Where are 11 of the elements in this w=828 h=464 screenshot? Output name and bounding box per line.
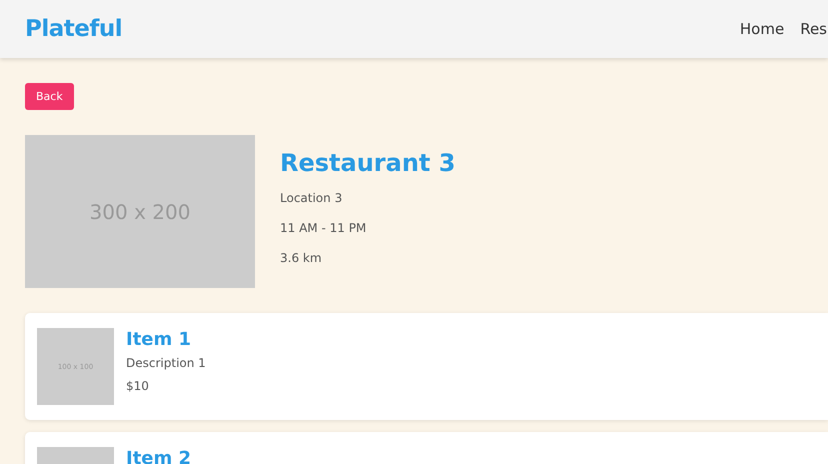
item-title: Item 2 — [126, 448, 192, 464]
distance: 3.6 km — [280, 251, 323, 265]
restaurant-name: Restaurant 3 — [280, 149, 456, 177]
nav-link[interactable]: Home — [740, 20, 784, 38]
item-description: Description 1 — [126, 356, 206, 370]
restaurant-location: Location 3 — [280, 191, 344, 205]
item-price: $10 — [126, 379, 150, 393]
item-title: Item 1 — [126, 329, 192, 350]
nav-link[interactable]: Res — [800, 20, 827, 38]
back-button[interactable]: Back — [25, 83, 74, 110]
opening-hours: 11 AM - 11 PM — [280, 221, 368, 235]
